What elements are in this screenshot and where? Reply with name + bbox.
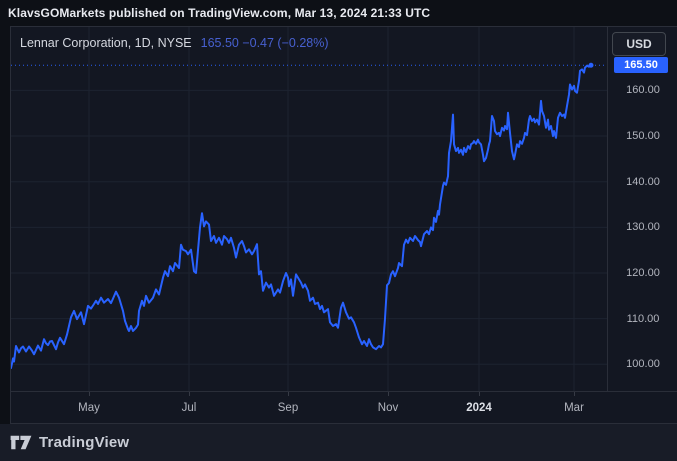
time-axis-tick — [574, 392, 575, 396]
symbol-legend[interactable]: Lennar Corporation, 1D, NYSE 165.50 −0.4… — [20, 36, 329, 50]
currency-button[interactable]: USD — [612, 32, 666, 56]
price-axis-label: 120.00 — [608, 267, 677, 279]
price-axis-label: 110.00 — [608, 313, 677, 325]
time-axis-tick — [388, 392, 389, 396]
last-point-marker — [589, 63, 594, 68]
tradingview-wordmark: TradingView — [39, 434, 129, 451]
time-axis-label: 2024 — [466, 402, 492, 414]
price-axis-label: 130.00 — [608, 221, 677, 233]
time-axis[interactable]: May Jul Sep Nov 2024 Mar — [11, 391, 677, 425]
tradingview-logo-icon — [10, 435, 32, 450]
price-line-series — [11, 65, 591, 368]
price-axis-label: 160.00 — [608, 84, 677, 96]
price-chart-pane[interactable] — [11, 27, 607, 391]
time-axis-label: Sep — [278, 402, 298, 414]
time-axis-label: Mar — [564, 402, 584, 414]
attribution-text: KlavsGOMarkets published on TradingView.… — [8, 6, 430, 20]
chart-frame: Lennar Corporation, 1D, NYSE 165.50 −0.4… — [10, 26, 677, 424]
time-axis-label: May — [78, 402, 100, 414]
time-axis-tick — [89, 392, 90, 396]
attribution-bar: KlavsGOMarkets published on TradingView.… — [0, 0, 677, 26]
time-axis-tick — [189, 392, 190, 396]
time-axis-label: Nov — [378, 402, 398, 414]
price-axis-label: 140.00 — [608, 176, 677, 188]
last-price-label: 165.50 — [614, 57, 668, 73]
symbol-price-change: 165.50 −0.47 (−0.28%) — [201, 36, 329, 50]
price-axis-label: 100.00 — [608, 358, 677, 370]
time-axis-tick — [288, 392, 289, 396]
time-axis-tick — [479, 392, 480, 396]
price-axis-label: 150.00 — [608, 130, 677, 142]
symbol-title: Lennar Corporation, 1D, NYSE — [20, 36, 192, 50]
price-axis[interactable]: 165.50 160.00 150.00 140.00 130.00 120.00 110… — [607, 27, 677, 391]
footer-bar: TradingView — [0, 424, 677, 461]
time-axis-label: Jul — [182, 402, 197, 414]
